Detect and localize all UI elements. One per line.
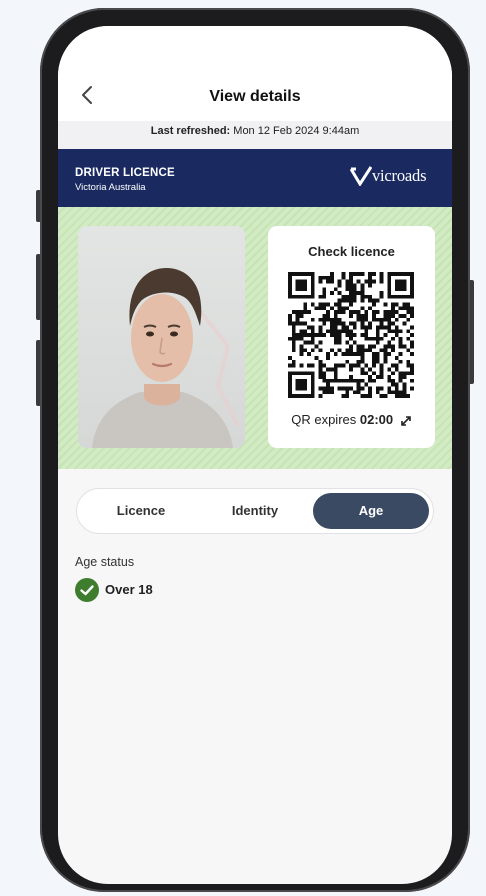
app-screen: View details Last refreshed: Mon 12 Feb …	[58, 26, 452, 884]
age-status-value: Over 18	[105, 582, 153, 597]
licence-photo	[78, 226, 245, 448]
last-refreshed-label: Last refreshed:	[150, 125, 231, 137]
qr-expiry: QR expires 02:00	[268, 412, 435, 427]
tab-identity[interactable]: Identity	[199, 493, 311, 529]
expand-diagonal-icon[interactable]	[400, 415, 412, 427]
check-circle-icon	[75, 578, 99, 602]
tab-licence[interactable]: Licence	[85, 493, 197, 529]
app-header: View details	[58, 26, 452, 121]
age-status-label: Age status	[75, 555, 135, 569]
check-licence-panel: Check licence QR expires 02:00	[268, 226, 435, 448]
qr-code[interactable]	[288, 272, 414, 398]
phone-frame: View details Last refreshed: Mon 12 Feb …	[40, 8, 470, 892]
qr-expiry-label: QR expires	[291, 412, 360, 427]
licence-type: DRIVER LICENCE	[75, 167, 175, 179]
licence-region: Victoria Australia	[75, 182, 146, 193]
page-title: View details	[209, 88, 301, 105]
vicroads-mark-icon	[350, 166, 372, 186]
last-refreshed-bar: Last refreshed: Mon 12 Feb 2024 9:44am	[58, 121, 452, 149]
check-licence-title: Check licence	[308, 244, 395, 259]
details-tab-bar: Licence Identity Age	[76, 488, 434, 534]
qr-expiry-time: 02:00	[359, 412, 394, 427]
tab-age[interactable]: Age	[313, 493, 429, 529]
last-refreshed-value: Mon 12 Feb 2024 9:44am	[230, 125, 360, 137]
vicroads-wordmark: vicroads	[372, 166, 427, 185]
vicroads-logo: vicroads	[350, 165, 446, 189]
portrait-image	[78, 226, 245, 448]
